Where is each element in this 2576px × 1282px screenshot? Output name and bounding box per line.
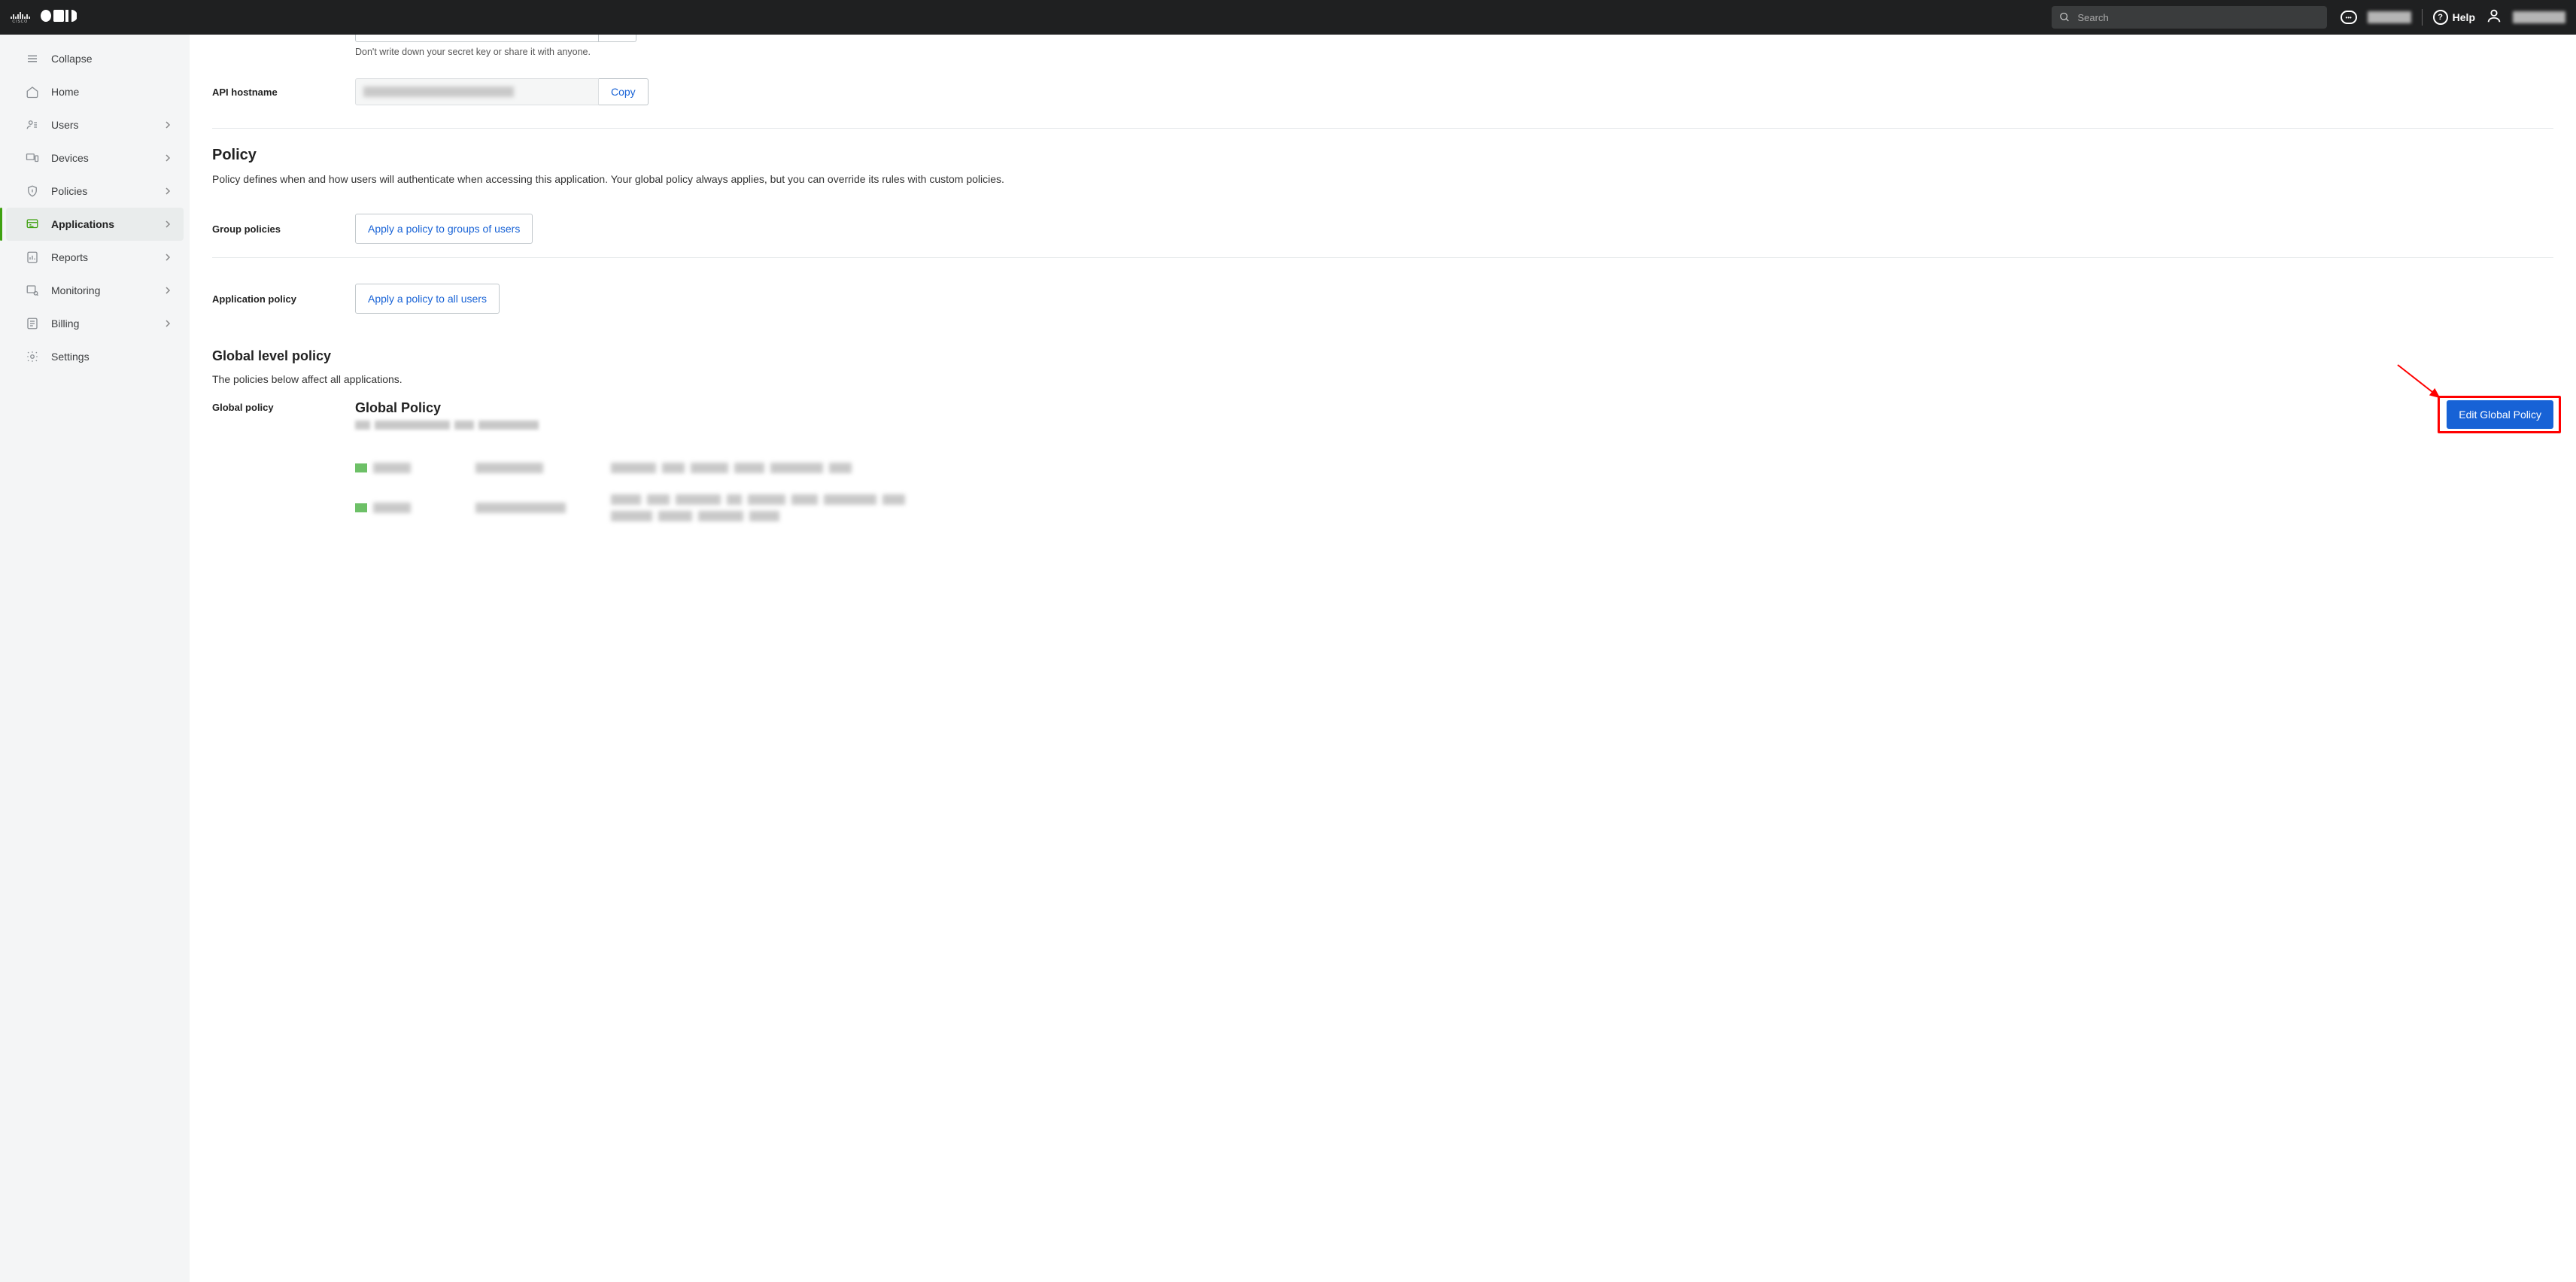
devices-icon xyxy=(26,151,39,165)
search-input[interactable] xyxy=(2078,12,2319,23)
sidebar-item-label: Home xyxy=(51,86,79,98)
sidebar-item-monitoring[interactable]: Monitoring xyxy=(6,274,184,307)
edit-global-policy-button[interactable]: Edit Global Policy xyxy=(2447,400,2553,429)
search-box[interactable] xyxy=(2052,6,2327,29)
global-level-description: The policies below affect all applicatio… xyxy=(212,373,2553,385)
edit-global-policy-label: Edit Global Policy xyxy=(2459,409,2541,421)
policy-description: Policy defines when and how users will a… xyxy=(212,173,2553,185)
status-chip-icon xyxy=(355,463,367,472)
application-policy-row: Application policy Apply a policy to all… xyxy=(212,263,2553,327)
application-policy-label: Application policy xyxy=(212,293,355,305)
policy-rule-row xyxy=(355,452,2553,484)
secret-key-hint: Don't write down your secret key or shar… xyxy=(355,47,2553,57)
divider xyxy=(2422,9,2423,26)
home-icon xyxy=(26,85,39,99)
copy-button[interactable]: Copy xyxy=(599,78,649,105)
group-policies-row: Group policies Apply a policy to groups … xyxy=(212,200,2553,258)
global-policy-title: Global Policy xyxy=(355,400,2447,416)
api-hostname-row: API hostname Copy xyxy=(212,57,2553,119)
group-policies-label: Group policies xyxy=(212,223,355,235)
monitoring-icon xyxy=(26,284,39,297)
global-policy-label: Global policy xyxy=(212,400,355,413)
policy-rule-row xyxy=(355,484,2553,532)
user-name-redacted xyxy=(2513,11,2565,23)
main-content: Don't write down your secret key or shar… xyxy=(190,35,2576,1282)
chevron-right-icon xyxy=(164,284,172,296)
section-divider xyxy=(212,128,2553,129)
sidebar-item-label: Monitoring xyxy=(51,284,100,296)
sidebar-collapse[interactable]: Collapse xyxy=(6,42,184,75)
global-policy-tags-redacted xyxy=(355,421,2447,430)
chevron-right-icon xyxy=(164,119,172,131)
hamburger-icon xyxy=(26,52,39,65)
sidebar-item-policies[interactable]: Policies xyxy=(6,175,184,208)
sidebar-item-billing[interactable]: Billing xyxy=(6,307,184,340)
sidebar-item-settings[interactable]: Settings xyxy=(6,340,184,373)
users-icon xyxy=(26,118,39,132)
secret-key-field-partial xyxy=(355,35,599,42)
topbar-right: ••• ? Help xyxy=(2341,8,2565,28)
sidebar-item-label: Devices xyxy=(51,152,89,164)
sidebar-item-applications[interactable]: Applications xyxy=(6,208,184,241)
secret-key-copy-partial xyxy=(599,35,636,42)
reports-icon xyxy=(26,251,39,264)
help-link[interactable]: ? Help xyxy=(2433,10,2475,25)
sidebar-item-label: Users xyxy=(51,119,79,131)
sidebar-item-label: Reports xyxy=(51,251,88,263)
policy-heading: Policy xyxy=(212,147,2553,164)
apply-app-policy-button[interactable]: Apply a policy to all users xyxy=(355,284,500,314)
sidebar-item-users[interactable]: Users xyxy=(6,108,184,141)
chevron-right-icon xyxy=(164,152,172,164)
global-policy-details-redacted xyxy=(355,452,2553,532)
sidebar-item-label: Billing xyxy=(51,317,79,330)
cisco-text: CISCO xyxy=(12,20,28,24)
chat-icon[interactable]: ••• xyxy=(2341,11,2357,24)
sidebar: Collapse Home Users Devices Policies App… xyxy=(0,35,190,1282)
help-label: Help xyxy=(2453,11,2475,23)
chevron-right-icon xyxy=(164,317,172,330)
sidebar-item-reports[interactable]: Reports xyxy=(6,241,184,274)
global-policy-header: Global policy Global Policy Edit Global … xyxy=(212,400,2553,430)
api-hostname-label: API hostname xyxy=(212,87,355,98)
sidebar-item-label: Applications xyxy=(51,218,114,230)
duo-logo xyxy=(41,9,77,26)
sidebar-item-label: Settings xyxy=(51,351,90,363)
gear-icon xyxy=(26,350,39,363)
cisco-logo: CISCO xyxy=(11,11,30,24)
topbar: CISCO ••• ? Help xyxy=(0,0,2576,35)
help-icon: ? xyxy=(2433,10,2448,25)
global-level-heading: Global level policy xyxy=(212,348,2553,364)
sidebar-item-devices[interactable]: Devices xyxy=(6,141,184,175)
shield-icon xyxy=(26,184,39,198)
apply-group-policy-button[interactable]: Apply a policy to groups of users xyxy=(355,214,533,244)
status-chip-icon xyxy=(355,503,367,512)
applications-icon xyxy=(26,217,39,231)
account-name-redacted xyxy=(2368,11,2411,23)
logo-group: CISCO xyxy=(11,9,77,26)
chevron-right-icon xyxy=(164,251,172,263)
billing-icon xyxy=(26,317,39,330)
search-icon xyxy=(2059,11,2070,23)
chevron-right-icon xyxy=(164,218,172,230)
sidebar-item-home[interactable]: Home xyxy=(6,75,184,108)
api-hostname-value-redacted xyxy=(355,78,599,105)
sidebar-collapse-label: Collapse xyxy=(51,53,92,65)
chevron-right-icon xyxy=(164,185,172,197)
sidebar-item-label: Policies xyxy=(51,185,87,197)
user-icon[interactable] xyxy=(2486,8,2502,28)
